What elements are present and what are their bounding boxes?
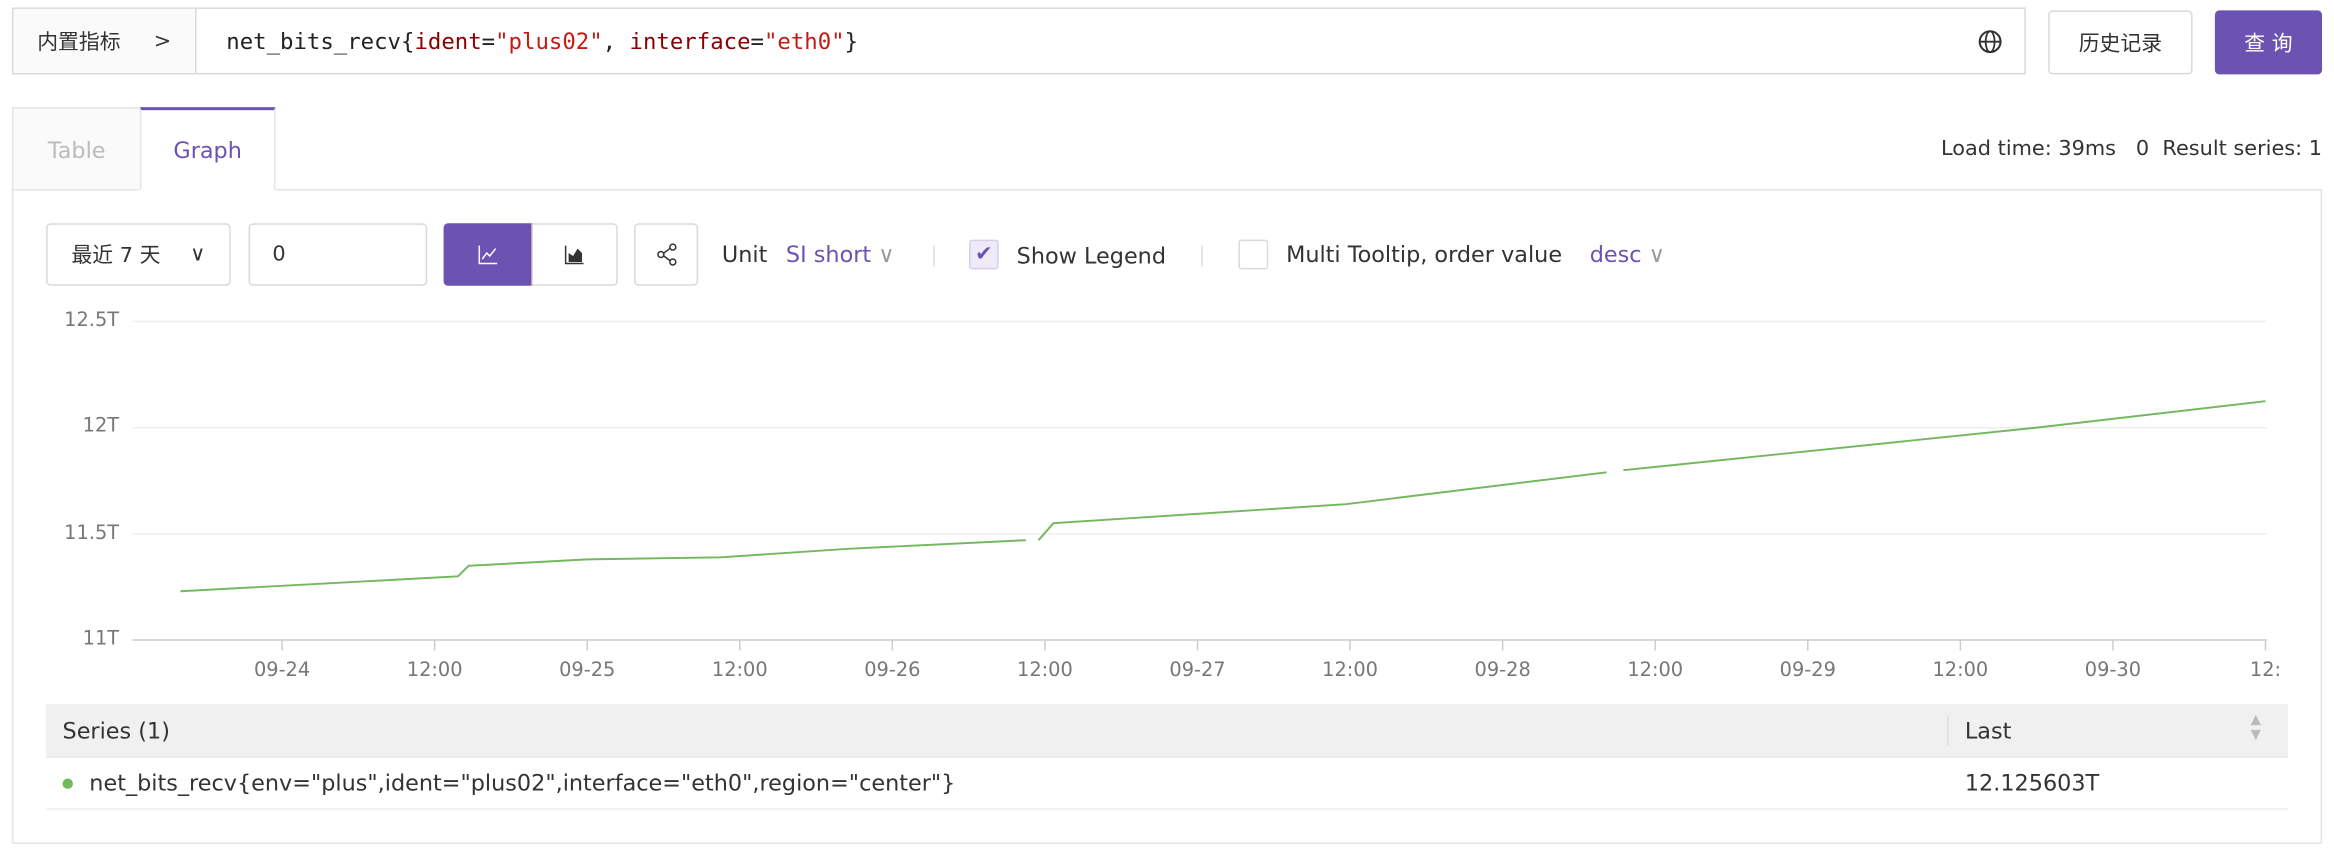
last-header[interactable]: Last bbox=[1965, 717, 2012, 744]
series-last-value: 12.125603T bbox=[1964, 769, 2100, 797]
tab-graph[interactable]: Graph bbox=[139, 107, 276, 191]
series-color-dot bbox=[62, 778, 73, 789]
series-line bbox=[180, 539, 1026, 593]
series-line bbox=[1037, 471, 1607, 541]
app: 内置指标 > net_bits_recv{ident="plus02", int… bbox=[0, 0, 2334, 857]
legend-header: Series (1) Last ▲ ▼ bbox=[46, 704, 2288, 758]
series-header: Series (1) bbox=[62, 717, 170, 745]
legend-row[interactable]: net_bits_recv{env="plus",ident="plus02",… bbox=[46, 758, 2288, 810]
line-chart bbox=[132, 320, 2267, 651]
sort-icon[interactable]: ▲ ▼ bbox=[2251, 713, 2261, 743]
series-line bbox=[1623, 400, 2266, 472]
divider bbox=[1946, 715, 1949, 746]
series-name: net_bits_recv{env="plus",ident="plus02",… bbox=[89, 769, 956, 797]
